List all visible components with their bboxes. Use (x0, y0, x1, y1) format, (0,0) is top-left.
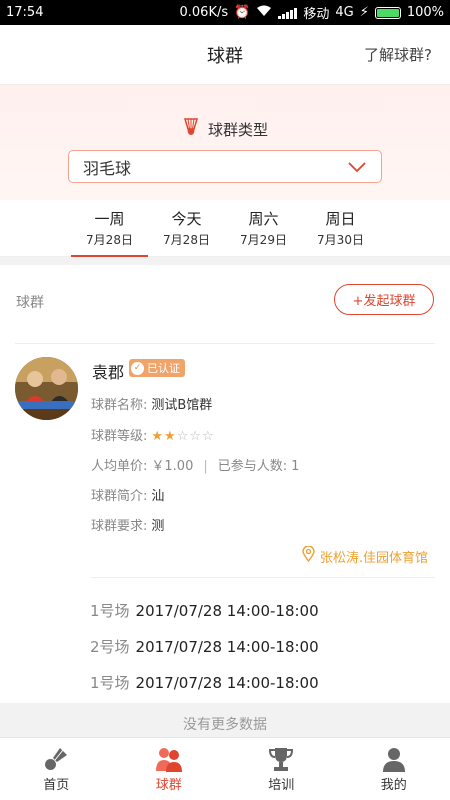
group-icon (154, 744, 184, 774)
status-indicators: 0.06K/s ⏰ 移动 4G ⚡ 100% (179, 3, 444, 22)
session-time: 2017/07/28 14:00-18:00 (135, 674, 319, 692)
user-icon (380, 744, 408, 774)
wifi-icon (256, 5, 272, 21)
section-label: 球群 (16, 295, 44, 311)
trophy-icon (267, 744, 295, 774)
tab-date-label: 7月28日 (163, 233, 210, 247)
star-rating: ★★☆☆☆ (151, 429, 214, 444)
court-label: 2号场 (90, 638, 130, 656)
group-level-row: 球群等级: ★★☆☆☆ (91, 425, 215, 444)
location-pin-icon (302, 545, 315, 566)
group-intro-row: 球群简介: 汕 (91, 485, 164, 504)
price-value: ￥1.00 (151, 459, 194, 474)
tab-label: 培训 (268, 778, 295, 793)
star-empty-icon: ☆ (189, 429, 203, 444)
tab-today[interactable]: 今天 7月28日 (148, 200, 225, 257)
star-empty-icon: ☆ (176, 429, 190, 444)
group-price-row: 人均单价: ￥1.00 | 已参与人数: 1 (91, 455, 299, 474)
joined-label: 已参与人数: (217, 459, 288, 474)
tab-day-label: 一周 (94, 210, 125, 228)
network-type: 4G (335, 5, 354, 20)
sport-type-select[interactable]: 羽毛球 (68, 150, 382, 183)
star-empty-icon: ☆ (202, 429, 215, 444)
chevron-down-icon (347, 159, 367, 178)
sport-type-value: 羽毛球 (83, 158, 132, 178)
signal-icon (278, 7, 298, 19)
tab-date-label: 7月28日 (86, 233, 133, 247)
court-label: 1号场 (90, 602, 130, 620)
verified-badge: ✓ 已认证 (129, 359, 185, 377)
battery-icon (374, 6, 401, 19)
joined-value: 1 (291, 459, 300, 474)
verified-badge-label: 已认证 (147, 362, 180, 375)
tab-date-label: 7月30日 (317, 233, 364, 247)
tab-day-label: 周六 (248, 210, 279, 228)
status-bar: 17:54 0.06K/s ⏰ 移动 4G ⚡ 100% (0, 0, 450, 25)
tab-week[interactable]: 一周 7月28日 (71, 200, 148, 257)
star-filled-icon: ★ (151, 429, 165, 444)
group-name-value: 测试B馆群 (151, 398, 213, 413)
tab-day-label: 今天 (171, 210, 202, 228)
bottom-tab-bar: 首页 球群 培训 我的 (0, 737, 450, 800)
tab-mine[interactable]: 我的 (338, 738, 450, 800)
session-item: 2号场 2017/07/28 14:00-18:00 (90, 636, 319, 657)
group-list: 球群 +发起球群 袁郡 ✓ 已认证 球群名称: 测试B馆群 球群等级: ★★☆☆… (0, 265, 450, 703)
venue-name: 张松涛.佳园体育馆 (319, 550, 428, 566)
tab-label: 首页 (43, 778, 70, 793)
status-speed: 0.06K/s (179, 5, 229, 20)
group-owner-name: 袁郡 (92, 363, 125, 382)
tab-training[interactable]: 培训 (225, 738, 338, 800)
day-tabs: 一周 7月28日 今天 7月28日 周六 7月29日 周日 7月30日 (0, 200, 450, 257)
type-filter-label: 球群类型 (207, 120, 268, 139)
avatar (15, 357, 78, 420)
type-filter-header: 球群类型 (0, 117, 450, 141)
help-link[interactable]: 了解球群? (364, 44, 432, 65)
tab-group[interactable]: 球群 (113, 738, 226, 800)
separator: | (203, 459, 208, 474)
court-label: 1号场 (90, 674, 130, 692)
session-time: 2017/07/28 14:00-18:00 (135, 638, 319, 656)
divider (15, 343, 435, 344)
session-time: 2017/07/28 14:00-18:00 (135, 602, 319, 620)
type-filter-section: 球群类型 羽毛球 (0, 85, 450, 200)
tab-label: 球群 (155, 778, 182, 793)
tab-label: 我的 (380, 778, 407, 793)
no-more-data: 没有更多数据 (0, 703, 450, 739)
shuttlecock-icon (42, 744, 70, 774)
star-filled-icon: ★ (164, 429, 177, 444)
battery-level: 100% (406, 5, 444, 20)
page-title: 球群 (207, 45, 243, 67)
session-item: 1号场 2017/07/28 14:00-18:00 (90, 672, 319, 693)
check-icon: ✓ (131, 361, 144, 375)
tab-sunday[interactable]: 周日 7月30日 (302, 200, 379, 257)
group-level-label: 球群等级: (91, 429, 148, 444)
shuttlecock-icon (182, 117, 200, 141)
section-header: 球群 +发起球群 (0, 265, 450, 343)
divider (91, 577, 435, 578)
status-time: 17:54 (6, 5, 44, 20)
charging-icon: ⚡ (359, 5, 369, 20)
intro-label: 球群简介: (91, 489, 148, 504)
tab-day-label: 周日 (325, 210, 356, 228)
group-requirement-row: 球群要求: 测 (91, 515, 164, 534)
carrier-name: 移动 (303, 7, 330, 22)
tab-date-label: 7月29日 (240, 233, 287, 247)
tab-home[interactable]: 首页 (0, 738, 113, 800)
price-label: 人均单价: (91, 459, 148, 474)
venue-link[interactable]: 张松涛.佳园体育馆 (302, 545, 428, 566)
launch-group-button[interactable]: +发起球群 (334, 284, 434, 315)
intro-value: 汕 (151, 489, 165, 504)
requirement-value: 测 (151, 519, 165, 534)
session-item: 1号场 2017/07/28 14:00-18:00 (90, 600, 319, 621)
alarm-icon: ⏰ (234, 5, 251, 20)
group-name-label: 球群名称: (91, 398, 148, 413)
requirement-label: 球群要求: (91, 519, 148, 534)
nav-bar: 球群 了解球群? (0, 25, 450, 85)
tab-saturday[interactable]: 周六 7月29日 (225, 200, 302, 257)
group-name-row: 球群名称: 测试B馆群 (91, 394, 212, 413)
